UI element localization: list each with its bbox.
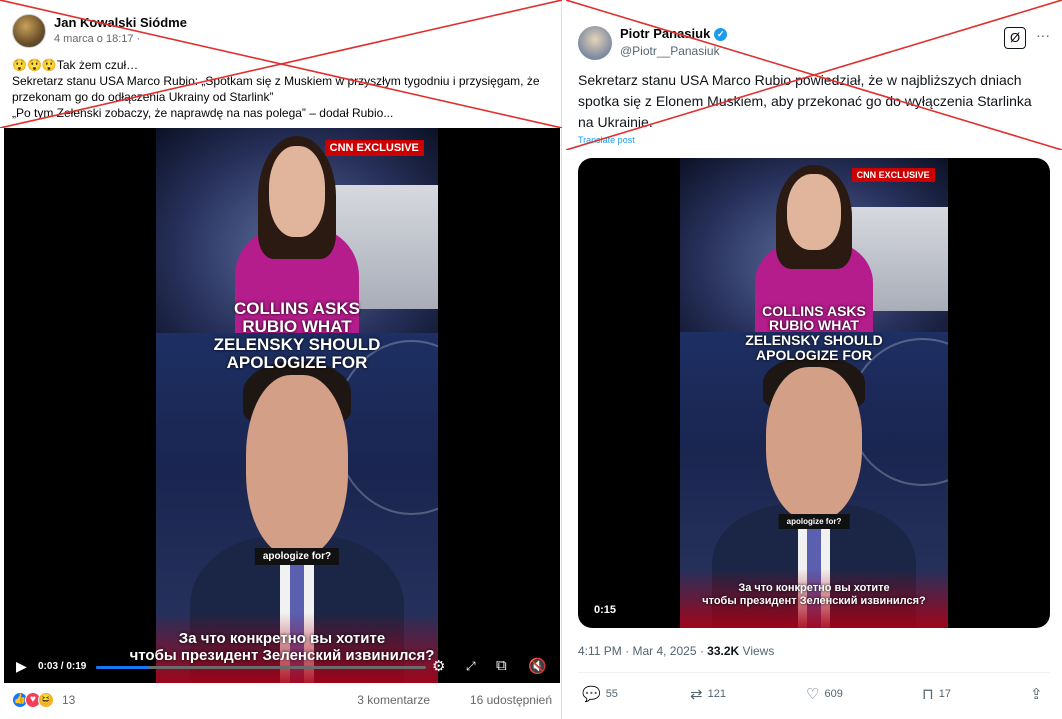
video-frame: CNN EXCLUSIVE COLLINS ASKS RUBIO WHAT ZE… <box>156 128 438 683</box>
share-icon: ⇪ <box>1030 686 1043 703</box>
shares-link[interactable]: 16 udostępnień <box>470 693 552 707</box>
like-button[interactable]: ♡ 609 <box>806 685 843 703</box>
mute-icon[interactable]: 🔇 <box>528 657 547 675</box>
like-icon: ♡ <box>806 686 820 703</box>
views-count: 33.2K <box>707 644 740 658</box>
video-time: 0:03 / 0:19 <box>38 661 87 672</box>
video-player[interactable]: CNN EXCLUSIVE COLLINS ASKS RUBIO WHAT ZE… <box>4 128 560 683</box>
video-headline: COLLINS ASKS RUBIO WHAT ZELENSKY SHOULD … <box>213 299 381 372</box>
comments-link[interactable]: 3 komentarze <box>357 693 430 707</box>
reaction-count[interactable]: 13 <box>62 693 75 707</box>
video-headline: COLLINS ASKS RUBIO WHAT ZELENSKY SHOULD … <box>745 302 883 363</box>
post-text-line: 😲😲😲Tak żem czuł… <box>12 58 139 72</box>
progress-bar[interactable] <box>96 666 426 669</box>
post-text-line: na Ukrainie. <box>578 114 653 130</box>
subtitle-russian: За что конкретно вы хотите чтобы президе… <box>702 582 926 607</box>
reply-button[interactable]: 💬 55 <box>582 685 618 703</box>
haha-reaction-icon: 😆 <box>38 692 54 708</box>
x-post: Piotr Panasiuk ✓ @Piotr__Panasiuk Ø ··· S… <box>566 0 1062 719</box>
post-date[interactable]: 4 marca o 18:17 · <box>54 33 140 45</box>
fullscreen-icon[interactable]: ⤢ <box>466 659 476 674</box>
author-handle[interactable]: @Piotr__Panasiuk <box>620 44 720 58</box>
share-button[interactable]: ⇪ <box>1030 685 1048 703</box>
translate-link[interactable]: Translate post <box>578 135 635 145</box>
post-footer: 👍 ♥ 😆 13 3 komentarze 16 udostępnień <box>12 690 552 712</box>
cnn-badge: CNN EXCLUSIVE <box>324 140 424 157</box>
divider <box>578 672 1050 673</box>
reactions[interactable]: 👍 ♥ 😆 <box>12 692 54 708</box>
post-text: 😲😲😲Tak żem czuł… Sekretarz stanu USA Mar… <box>12 57 552 121</box>
video-frame: CNN EXCLUSIVE COLLINS ASKS RUBIO WHAT ZE… <box>680 158 948 628</box>
video-player[interactable]: CNN EXCLUSIVE COLLINS ASKS RUBIO WHAT ZE… <box>578 158 1050 628</box>
post-text-line: „Po tym Zełenski zobaczy, że naprawdę na… <box>12 106 394 120</box>
subtitle-english: apologize for? <box>778 514 850 529</box>
pip-icon[interactable]: ⧉ <box>496 657 507 674</box>
play-icon[interactable]: ▶ <box>16 658 27 675</box>
post-meta: 4:11 PM · Mar 4, 2025 · 33.2K Views <box>578 644 775 658</box>
author-name[interactable]: Jan Kowalski Siódme <box>54 15 187 30</box>
repost-icon: ⇄ <box>690 686 703 703</box>
cnn-badge: CNN EXCLUSIVE <box>851 168 935 183</box>
grok-icon[interactable]: Ø <box>1004 27 1026 49</box>
post-text-line: spotka się z Elonem Muskiem, aby przekon… <box>578 93 1032 109</box>
verified-icon: ✓ <box>714 28 728 41</box>
repost-button[interactable]: ⇄ 121 <box>690 685 726 703</box>
more-icon[interactable]: ··· <box>1036 27 1050 43</box>
bookmark-button[interactable]: ⊓ 17 <box>922 685 951 703</box>
video-controls: ▶ 0:03 / 0:19 ⚙ ⤢ ⧉ 🔇 <box>4 649 560 683</box>
action-bar: 💬 55 ⇄ 121 ♡ 609 ⊓ 17 ⇪ <box>578 685 1050 705</box>
reply-icon: 💬 <box>582 686 601 703</box>
post-text-line: Sekretarz stanu USA Marco Rubio powiedzi… <box>578 72 1022 88</box>
avatar[interactable] <box>12 14 46 48</box>
post-text-line: przekonam go do odłączenia Ukrainy od St… <box>12 90 274 104</box>
avatar[interactable] <box>578 26 612 60</box>
subtitle-english: apologize for? <box>254 548 340 565</box>
settings-icon[interactable]: ⚙ <box>432 657 445 675</box>
post-text: Sekretarz stanu USA Marco Rubio powiedzi… <box>578 70 1054 133</box>
video-time: 0:15 <box>594 604 617 616</box>
post-text-line: Sekretarz stanu USA Marco Rubio: „Spotka… <box>12 74 540 88</box>
bookmark-icon: ⊓ <box>922 686 934 703</box>
author-name[interactable]: Piotr Panasiuk ✓ <box>620 26 728 41</box>
facebook-post: Jan Kowalski Siódme 4 marca o 18:17 · 😲😲… <box>0 0 562 719</box>
